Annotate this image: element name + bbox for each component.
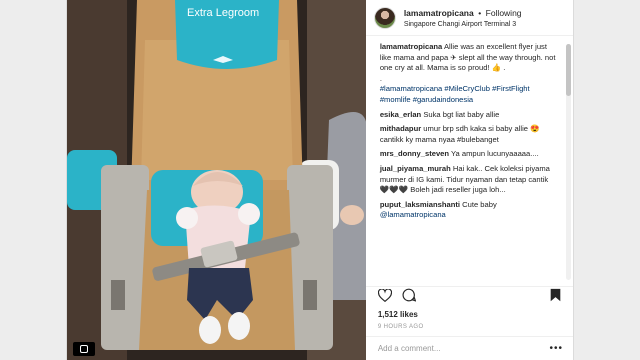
post-timestamp[interactable]: 9 HOURS AGO <box>366 319 573 336</box>
instagram-post: Extra Legroom lamamatropicana • Followin… <box>66 0 574 360</box>
caption-dot: . <box>379 73 382 83</box>
comment-text: Suka bgt liat baby allie <box>423 109 500 119</box>
location-link[interactable]: Singapore Changi Airport Terminal 3 <box>404 19 522 30</box>
scrollbar-thumb[interactable] <box>566 44 571 96</box>
bookmark-icon[interactable] <box>550 288 561 307</box>
comments-list: lamamatropicana Allie was an excellent f… <box>366 36 573 286</box>
caption-hashtags[interactable]: #lamamatropicana #MileCryClub #FirstFlig… <box>380 84 530 104</box>
heart-icon[interactable] <box>377 287 392 307</box>
speech-bubble-icon[interactable] <box>402 288 417 307</box>
comment-input[interactable] <box>377 344 550 353</box>
more-options-button[interactable]: ••• <box>549 343 563 354</box>
caption-username[interactable]: lamamatropicana <box>380 42 442 51</box>
list-item: mithadapur umur brp sdh kaka si baby all… <box>380 124 559 145</box>
photo-illustration: Extra Legroom <box>67 0 366 360</box>
comment-username[interactable]: jual_piyama_murah <box>380 164 451 173</box>
comment-username[interactable]: mithadapur <box>380 124 421 133</box>
avatar[interactable] <box>373 6 396 29</box>
header-separator: • <box>478 7 482 18</box>
caption: lamamatropicana Allie was an excellent f… <box>380 42 559 106</box>
comment-mention[interactable]: @lamamatropicana <box>380 210 446 219</box>
list-item: esika_erlan Suka bgt liat baby allie <box>380 110 559 121</box>
comment-username[interactable]: puput_laksmianshanti <box>380 200 460 209</box>
instagram-icon <box>73 342 95 356</box>
seat-label: Extra Legroom <box>187 7 259 19</box>
list-item: jual_piyama_murah Hai kak.. Cek koleksi … <box>380 164 559 196</box>
header-text: lamamatropicana • Following Singapore Ch… <box>404 6 522 30</box>
header-username[interactable]: lamamatropicana <box>404 8 474 18</box>
post-sidebar: lamamatropicana • Following Singapore Ch… <box>365 0 573 360</box>
list-item: puput_laksmianshanti Cute baby @lamamatr… <box>380 200 559 221</box>
comment-text: Ya ampun lucunyaaaaa.... <box>451 149 539 159</box>
add-comment-bar: ••• <box>365 336 573 360</box>
like-count[interactable]: 1,512 likes <box>366 308 573 319</box>
comment-text: Cute baby <box>462 199 497 209</box>
list-item: mrs_donny_steven Ya ampun lucunyaaaaa...… <box>380 149 559 160</box>
page-background: Extra Legroom lamamatropicana • Followin… <box>0 0 640 360</box>
following-button[interactable]: Following <box>486 8 522 18</box>
comment-username[interactable]: mrs_donny_steven <box>380 149 449 158</box>
comment-username[interactable]: esika_erlan <box>380 110 421 119</box>
action-bar <box>365 286 573 308</box>
post-header: lamamatropicana • Following Singapore Ch… <box>365 0 573 36</box>
post-photo[interactable]: Extra Legroom <box>67 0 366 360</box>
